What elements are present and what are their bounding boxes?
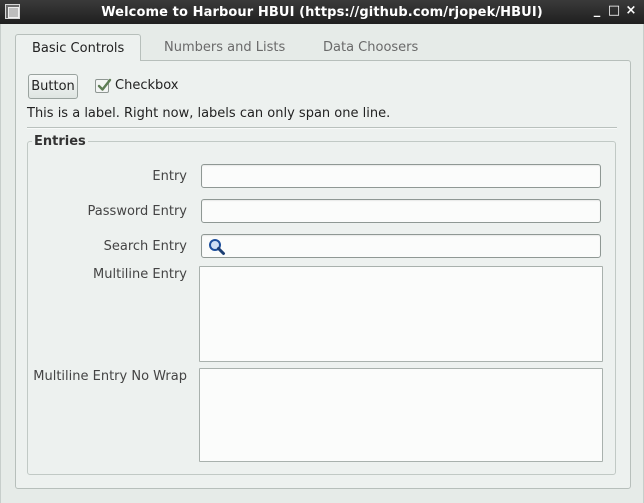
multiline-entry-no-wrap-label: Multiline Entry No Wrap <box>33 369 187 384</box>
entry-label: Entry <box>152 169 187 184</box>
tab-label: Basic Controls <box>32 40 125 56</box>
checkbox[interactable] <box>95 78 112 93</box>
close-icon[interactable]: × <box>624 3 638 19</box>
multiline-entry-no-wrap-field[interactable] <box>199 368 603 462</box>
multiline-entry-field[interactable] <box>199 266 603 362</box>
tab-label: Data Choosers <box>323 40 419 55</box>
tab-label: Numbers and Lists <box>164 40 286 55</box>
title-bar[interactable]: Welcome to Harbour HBUI (https://github.… <box>0 0 644 24</box>
check-icon <box>97 78 112 91</box>
app-icon[interactable] <box>5 4 20 19</box>
multiline-entry-label: Multiline Entry <box>93 267 187 282</box>
checkbox-label: Checkbox <box>115 78 179 93</box>
separator <box>27 127 617 129</box>
window-title: Welcome to Harbour HBUI (https://github.… <box>101 4 543 20</box>
entries-group-title: Entries <box>32 134 88 149</box>
password-entry-field[interactable] <box>201 199 601 223</box>
minimize-icon[interactable]: _ <box>590 3 604 19</box>
button[interactable]: Button <box>28 74 78 99</box>
maximize-icon[interactable]: □ <box>607 3 621 19</box>
search-icon <box>209 239 225 255</box>
tab-basic-controls[interactable]: Basic Controls <box>15 34 142 61</box>
checkbox-control[interactable]: Checkbox <box>95 78 179 93</box>
info-label: This is a label. Right now, labels can o… <box>27 106 391 121</box>
entry-field[interactable] <box>201 164 601 188</box>
search-entry-label: Search Entry <box>103 239 187 254</box>
tab-numbers-and-lists[interactable]: Numbers and Lists <box>148 35 301 60</box>
tab-data-choosers[interactable]: Data Choosers <box>307 35 434 60</box>
search-entry-field[interactable] <box>201 234 601 258</box>
password-entry-label: Password Entry <box>87 204 187 219</box>
